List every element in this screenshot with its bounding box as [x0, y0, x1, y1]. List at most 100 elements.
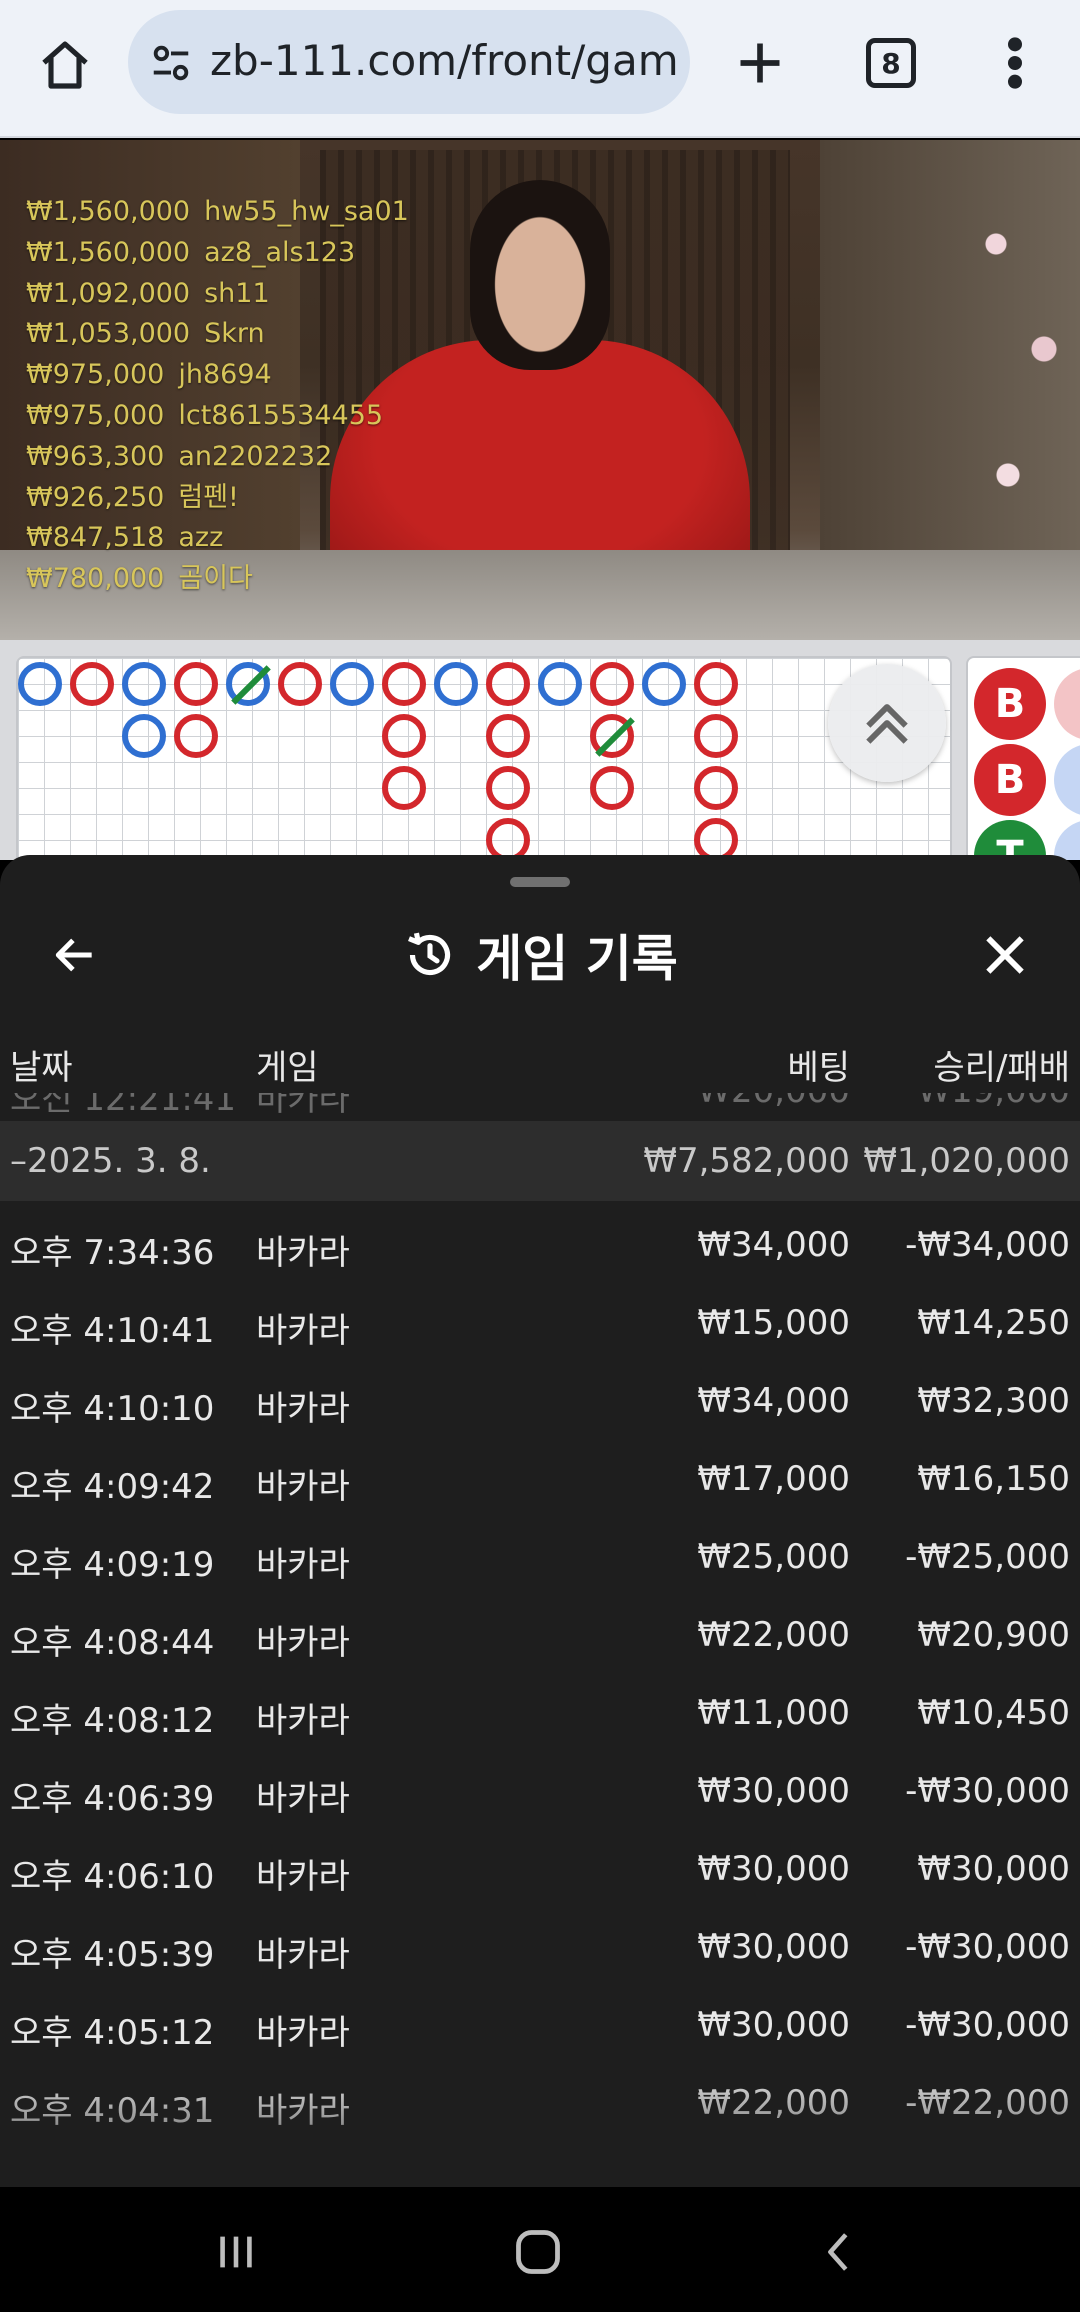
row-game: 바카라: [256, 2091, 350, 2131]
bet-user: Skrn: [204, 318, 265, 350]
bet-user: az8_als123: [204, 236, 356, 268]
row-game: 바카라: [256, 1311, 350, 1351]
player-bead: [434, 662, 478, 706]
table-row[interactable]: 오전 12:21:41 바카라 ₩20,000 ₩19,000: [0, 1093, 1080, 1121]
row-bet: ₩25,000: [697, 1537, 850, 1577]
banker-bead: [694, 818, 738, 860]
row-result: -₩30,000: [905, 1771, 1070, 1811]
table-row[interactable]: 오후 7:34:36 바카라 ₩34,000 -₩34,000: [0, 1207, 1080, 1285]
new-tab-button[interactable]: [725, 28, 795, 98]
tab-switcher-button[interactable]: 8: [866, 38, 916, 88]
banker-chip: [1054, 668, 1080, 740]
back-nav-button[interactable]: [800, 2217, 880, 2287]
live-bet-row: ₩926,250 럼펜!: [26, 478, 409, 519]
table-row[interactable]: 오후 4:06:10 바카라 ₩30,000 ₩30,000: [0, 1831, 1080, 1909]
banker-bead: [382, 714, 426, 758]
row-result: ₩16,150: [917, 1459, 1070, 1499]
column-header-date[interactable]: 날짜: [10, 1040, 73, 1089]
row-bet: ₩34,000: [697, 1381, 850, 1421]
column-header-bet[interactable]: 베팅: [787, 1040, 850, 1089]
table-row[interactable]: 오후 4:10:41 바카라 ₩15,000 ₩14,250: [0, 1285, 1080, 1363]
home-nav-icon: [516, 2230, 560, 2274]
row-game: 바카라: [256, 1935, 350, 1975]
blossom-decoration: [960, 160, 1080, 580]
bet-user: 럼펜!: [178, 481, 239, 513]
arrow-left-icon: [55, 938, 92, 972]
double-chevron-up-icon: [866, 704, 908, 744]
system-navigation-bar: [0, 2187, 1080, 2312]
row-result: ₩30,000: [917, 1849, 1070, 1889]
address-bar[interactable]: zb-111.com/front/game: [128, 10, 690, 114]
column-header-game[interactable]: 게임: [256, 1040, 319, 1089]
home-button[interactable]: [30, 30, 100, 100]
banker-bead: [694, 662, 738, 706]
live-bet-row: ₩975,000 lct8615534455: [26, 396, 409, 437]
bet-amount: ₩780,000: [26, 563, 165, 595]
group-bet-total: ₩7,582,000: [643, 1141, 850, 1181]
expand-road-button[interactable]: [828, 664, 946, 782]
bet-amount: ₩975,000: [26, 359, 165, 391]
banker-bead: [382, 662, 426, 706]
player-bead: [122, 714, 166, 758]
row-result: ₩32,300: [917, 1381, 1070, 1421]
player-bead: [538, 662, 582, 706]
player-chip: [1054, 744, 1080, 816]
row-game: 바카라: [256, 1233, 350, 1273]
baccarat-road: B B T: [0, 640, 1080, 860]
row-date: 오후 7:34:36: [10, 1233, 215, 1273]
tie-bead: [590, 714, 634, 758]
table-row[interactable]: 오후 4:08:44 바카라 ₩22,000 ₩20,900: [0, 1597, 1080, 1675]
back-button[interactable]: [40, 920, 110, 990]
history-list[interactable]: 오전 12:21:41 바카라 ₩20,000 ₩19,000 –2025. 3…: [0, 1093, 1080, 2187]
row-date: 오후 4:04:31: [10, 2091, 215, 2131]
url-text[interactable]: zb-111.com/front/game: [210, 36, 680, 85]
player-chip: [1054, 820, 1080, 860]
banker-bead: [590, 766, 634, 810]
bet-user: azz: [178, 522, 224, 554]
recent-apps-icon: [220, 2236, 252, 2268]
table-row[interactable]: 오후 4:05:12 바카라 ₩30,000 -₩30,000: [0, 1987, 1080, 2065]
bet-amount: ₩926,250: [26, 481, 165, 513]
table-row[interactable]: 오후 4:06:39 바카라 ₩30,000 -₩30,000: [0, 1753, 1080, 1831]
row-game: 바카라: [256, 1623, 350, 1663]
row-result: ₩19,000: [917, 1093, 1070, 1111]
sheet-drag-handle[interactable]: [510, 877, 570, 887]
banker-chip: B: [974, 668, 1046, 740]
close-button[interactable]: [970, 920, 1040, 990]
recent-apps-button[interactable]: [196, 2217, 276, 2287]
column-header-result[interactable]: 승리/패배: [933, 1040, 1070, 1089]
live-bet-row: ₩963,300 an2202232: [26, 437, 409, 478]
row-date: 오후 4:08:12: [10, 1701, 215, 1741]
home-nav-button[interactable]: [498, 2217, 578, 2287]
browser-menu-button[interactable]: [990, 28, 1040, 98]
row-bet: ₩30,000: [697, 1927, 850, 1967]
live-bets-list: ₩1,560,000 hw55_hw_sa01 ₩1,560,000 az8_als…: [26, 192, 409, 600]
row-bet: ₩15,000: [697, 1303, 850, 1343]
sheet-title: 게임 기록: [476, 930, 678, 988]
bet-user: hw55_hw_sa01: [204, 196, 409, 227]
bet-amount: ₩1,053,000: [26, 318, 191, 350]
bet-amount: ₩975,000: [26, 399, 165, 431]
date-group-row[interactable]: –2025. 3. 8. ₩7,582,000 ₩1,020,000: [0, 1121, 1080, 1201]
player-bead: [18, 662, 62, 706]
banker-bead: [694, 766, 738, 810]
group-result-total: ₩1,020,000: [863, 1141, 1070, 1181]
table-row[interactable]: 오후 4:08:12 바카라 ₩11,000 ₩10,450: [0, 1675, 1080, 1753]
table-row[interactable]: 오후 4:09:42 바카라 ₩17,000 ₩16,150: [0, 1441, 1080, 1519]
live-dealer-video[interactable]: ₩1,560,000 hw55_hw_sa01 ₩1,560,000 az8_als…: [0, 140, 1080, 640]
row-game: 바카라: [256, 1093, 350, 1119]
banker-bead: [486, 662, 530, 706]
row-bet: ₩17,000: [697, 1459, 850, 1499]
table-row[interactable]: 오후 4:09:19 바카라 ₩25,000 -₩25,000: [0, 1519, 1080, 1597]
row-date: 오후 4:10:41: [10, 1311, 215, 1351]
more-vertical-icon: [1008, 37, 1022, 89]
row-bet: ₩22,000: [697, 2083, 850, 2123]
table-row[interactable]: 오후 4:10:10 바카라 ₩34,000 ₩32,300: [0, 1363, 1080, 1441]
bet-amount: ₩847,518: [26, 522, 165, 554]
table-header: 날짜 게임 베팅 승리/패배: [0, 1030, 1080, 1090]
table-row[interactable]: 오후 4:05:39 바카라 ₩30,000 -₩30,000: [0, 1909, 1080, 1987]
table-row[interactable]: 오후 4:04:31 바카라 ₩22,000 -₩22,000: [0, 2065, 1080, 2143]
game-history-sheet: 게임 기록 날짜 게임 베팅 승리/패배 오전 12:21:41 바카라 ₩20…: [0, 855, 1080, 2187]
site-settings-icon[interactable]: [148, 40, 194, 86]
tie-chip: T: [974, 820, 1046, 860]
